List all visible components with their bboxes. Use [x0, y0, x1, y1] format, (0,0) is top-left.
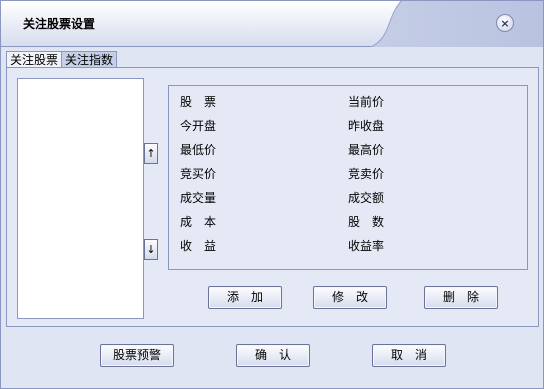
field-profit[interactable]: 收 益 — [180, 237, 216, 254]
field-shares[interactable]: 股 数 — [348, 213, 384, 230]
tab-watch-indices[interactable]: 关注指数 — [61, 51, 118, 68]
field-profit-rate[interactable]: 收益率 — [348, 237, 384, 254]
field-prev-close[interactable]: 昨收盘 — [348, 117, 384, 134]
close-button[interactable]: × — [496, 14, 514, 32]
field-high-price[interactable]: 最高价 — [348, 141, 384, 158]
cancel-button[interactable]: 取 消 — [372, 344, 446, 367]
title-bar[interactable]: 关注股票设置 × — [1, 1, 543, 47]
field-volume[interactable]: 成交量 — [180, 189, 216, 206]
stock-list[interactable] — [17, 78, 144, 319]
delete-button[interactable]: 删 除 — [424, 286, 498, 309]
tab-bar: 关注股票 关注指数 — [6, 51, 118, 68]
arrow-down-icon: ↓ — [146, 243, 156, 256]
field-ask-price[interactable]: 竞卖价 — [348, 165, 384, 182]
ok-button[interactable]: 确 认 — [236, 344, 310, 367]
arrow-up-icon: ↑ — [146, 147, 156, 160]
field-turnover[interactable]: 成交额 — [348, 189, 384, 206]
close-icon: × — [500, 16, 510, 30]
field-bid-price[interactable]: 竞买价 — [180, 165, 216, 182]
window-title: 关注股票设置 — [23, 17, 96, 31]
move-down-button[interactable]: ↓ — [144, 239, 158, 260]
stock-settings-dialog: 关注股票设置 × 关注股票 关注指数 ↑ ↓ 股 票 今开盘 最低价 竞买价 成… — [0, 0, 544, 389]
edit-button[interactable]: 修 改 — [313, 286, 387, 309]
field-open-price[interactable]: 今开盘 — [180, 117, 216, 134]
field-low-price[interactable]: 最低价 — [180, 141, 216, 158]
stock-alert-button[interactable]: 股票预警 — [100, 344, 174, 367]
field-cost[interactable]: 成 本 — [180, 213, 216, 230]
tab-watch-stocks[interactable]: 关注股票 — [6, 51, 63, 68]
move-up-button[interactable]: ↑ — [144, 143, 158, 164]
add-button[interactable]: 添 加 — [208, 286, 282, 309]
field-current-price[interactable]: 当前价 — [348, 93, 384, 110]
field-stock[interactable]: 股 票 — [180, 93, 216, 110]
